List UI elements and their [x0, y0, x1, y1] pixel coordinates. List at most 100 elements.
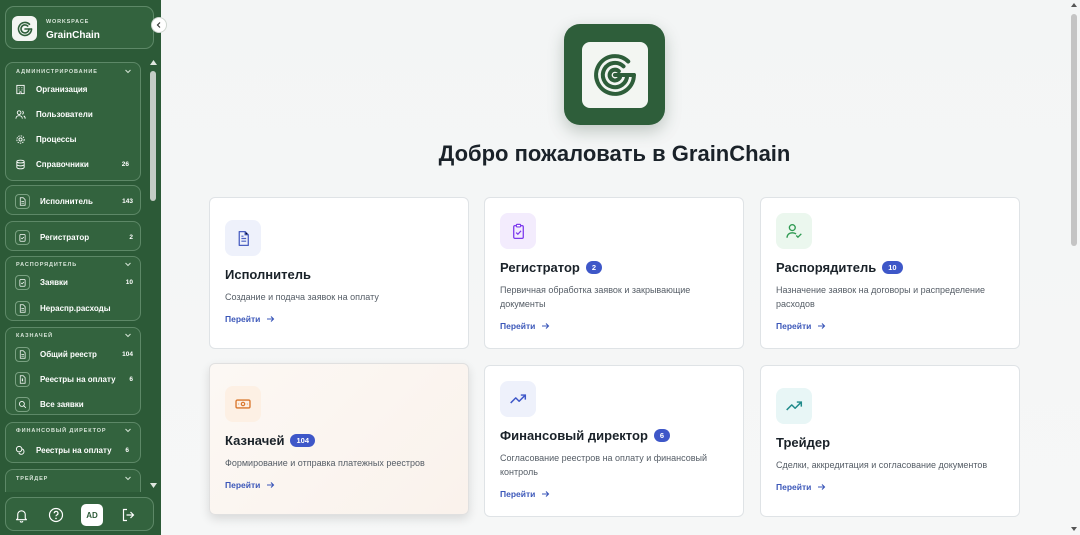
- role-card-dispatcher[interactable]: Распорядитель 10 Назначение заявок на дог…: [760, 197, 1020, 349]
- sidebar-nav[interactable]: АДМИНИСТРИРОВАНИЕ Организация Пользовате…: [0, 56, 161, 492]
- collapse-sidebar-button[interactable]: [151, 17, 167, 33]
- card-title: Регистратор 2: [500, 260, 602, 275]
- chevron-down-icon[interactable]: [124, 331, 132, 339]
- workspace-label: WORKSPACE: [46, 19, 90, 25]
- main-scrollbar[interactable]: [1068, 0, 1080, 535]
- avatar[interactable]: AD: [81, 504, 103, 526]
- grainchain-logo-icon: [593, 53, 636, 96]
- role-card-treasurer[interactable]: Казначей 104 Формирование и отправка плат…: [209, 363, 469, 515]
- sidebar-item-fd-payment-registers[interactable]: Реестры на оплату 6: [11, 440, 135, 460]
- card-title: Трейдер: [776, 435, 831, 450]
- card-description: Создание и подача заявок на оплату: [225, 292, 379, 302]
- sidebar-item-label: Справочники: [36, 159, 89, 169]
- user-check-icon: [776, 213, 812, 249]
- scrollbar-thumb[interactable]: [1071, 14, 1077, 246]
- page-title: Добро пожаловать в GrainChain: [438, 141, 791, 166]
- document-icon: [225, 220, 261, 256]
- grainchain-hero-logo: [564, 24, 665, 125]
- search-icon: [15, 396, 30, 412]
- chevron-down-icon[interactable]: [124, 426, 132, 434]
- scroll-down-icon[interactable]: [1070, 526, 1078, 532]
- role-card-financial-director[interactable]: Финансовый директор 6 Согласование реестр…: [484, 365, 744, 517]
- go-link[interactable]: Перейти: [776, 321, 826, 331]
- sidebar-item-label: Реестры на оплату: [36, 445, 112, 455]
- sidebar-item-executor[interactable]: Исполнитель 143: [15, 191, 139, 211]
- count-badge: 10: [125, 278, 133, 286]
- document-icon: [15, 193, 30, 209]
- sidebar-item-organization[interactable]: Организация: [11, 79, 135, 99]
- go-link[interactable]: Перейти: [225, 314, 275, 324]
- file-money-icon: [15, 371, 30, 387]
- trending-up-icon: [500, 381, 536, 417]
- sidebar-item-label: Нераспр.расходы: [40, 303, 111, 313]
- go-link[interactable]: Перейти: [500, 321, 550, 331]
- sidebar-item-all-requests[interactable]: Все заявки: [15, 394, 139, 414]
- card-description: Назначение заявок на договоры и распреде…: [776, 285, 986, 309]
- scroll-down-icon[interactable]: [149, 482, 158, 489]
- count-badge: 104: [122, 350, 133, 358]
- sidebar-item-registrar[interactable]: Регистратор 2: [15, 227, 139, 247]
- sidebar-item-label: Пользователи: [36, 109, 93, 119]
- chevron-down-icon[interactable]: [124, 260, 132, 268]
- group-administration: АДМИНИСТРИРОВАНИЕ Организация Пользовате…: [5, 62, 141, 181]
- count-badge: 6: [125, 446, 129, 454]
- count-badge: 143: [122, 197, 133, 205]
- document-icon: [15, 346, 30, 362]
- sidebar-footer: AD: [5, 497, 154, 531]
- logout-icon[interactable]: [118, 505, 138, 525]
- scroll-up-icon[interactable]: [149, 59, 158, 66]
- count-badge: 26: [121, 160, 129, 168]
- group-title: ФИНАНСОВЫЙ ДИРЕКТОР: [16, 428, 107, 434]
- bell-icon[interactable]: [11, 505, 31, 525]
- card-title: Финансовый директор 6: [500, 428, 671, 443]
- main-content: Добро пожаловать в GrainChain Исполнител…: [161, 0, 1080, 535]
- trending-up-icon: [776, 388, 812, 424]
- chevron-left-icon: [156, 22, 161, 28]
- grainchain-logo: [12, 16, 37, 41]
- workspace-switcher[interactable]: WORKSPACE GrainChain: [5, 6, 154, 49]
- banknote-icon: [225, 386, 261, 422]
- go-link[interactable]: Перейти: [500, 489, 550, 499]
- sidebar-item-users[interactable]: Пользователи: [11, 104, 135, 124]
- count-badge: 6: [653, 429, 671, 442]
- sidebar-item-label: Регистратор: [40, 232, 90, 242]
- card-description: Первичная обработка заявок и закрывающие…: [500, 285, 691, 309]
- scroll-up-icon[interactable]: [1070, 2, 1078, 8]
- sidebar-item-general-register[interactable]: Общий реестр 104: [15, 344, 139, 364]
- count-badge: 6: [129, 375, 133, 383]
- chevron-down-icon[interactable]: [124, 474, 132, 482]
- go-link[interactable]: Перейти: [225, 480, 275, 490]
- group-dispatcher: РАСПОРЯДИТЕЛЬ Заявки 10 Нераспр.расходы: [5, 256, 141, 321]
- scrollbar-thumb[interactable]: [150, 71, 156, 201]
- sidebar-item-references[interactable]: Справочники 26: [11, 154, 135, 174]
- help-icon[interactable]: [46, 505, 66, 525]
- count-badge: 2: [129, 233, 133, 241]
- card-title: Распорядитель 10: [776, 260, 903, 275]
- coins-icon: [14, 444, 26, 456]
- go-link[interactable]: Перейти: [776, 482, 826, 492]
- group-trader: ТРЕЙДЕР: [5, 469, 141, 492]
- sidebar-scrollbar[interactable]: [148, 57, 159, 492]
- arrow-right-icon: [818, 484, 826, 490]
- building-icon: [14, 83, 26, 95]
- sidebar-item-undistributed[interactable]: Нераспр.расходы: [15, 298, 139, 318]
- group-title: КАЗНАЧЕЙ: [16, 333, 53, 339]
- card-description: Сделки, аккредитация и согласование доку…: [776, 460, 988, 470]
- role-card-executor[interactable]: Исполнитель Создание и подача заявок на …: [209, 197, 469, 349]
- card-description: Формирование и отправка платежных реестр…: [225, 458, 425, 468]
- clipboard-check-icon: [15, 274, 30, 290]
- workspace-name: GrainChain: [46, 30, 100, 41]
- role-card-registrar[interactable]: Регистратор 2 Первичная обработка заявок …: [484, 197, 744, 349]
- sidebar-item-label: Процессы: [36, 134, 77, 144]
- sidebar-item-label: Реестры на оплату: [40, 374, 116, 384]
- group-financial-director: ФИНАНСОВЫЙ ДИРЕКТОР Реестры на оплату 6: [5, 422, 141, 463]
- sidebar-item-label: Исполнитель: [40, 196, 93, 206]
- sidebar-item-requests[interactable]: Заявки 10: [15, 272, 139, 292]
- chevron-down-icon[interactable]: [124, 67, 132, 75]
- sidebar-item-payment-registers[interactable]: Реестры на оплату 6: [15, 369, 139, 389]
- group-title: АДМИНИСТРИРОВАНИЕ: [16, 69, 98, 75]
- role-card-trader[interactable]: Трейдер Сделки, аккредитация и согласова…: [760, 365, 1020, 517]
- group-treasurer: КАЗНАЧЕЙ Общий реестр 104 Реестры на опл…: [5, 327, 141, 415]
- group-registrar: Регистратор 2: [5, 221, 141, 251]
- sidebar-item-processes[interactable]: Процессы: [11, 129, 135, 149]
